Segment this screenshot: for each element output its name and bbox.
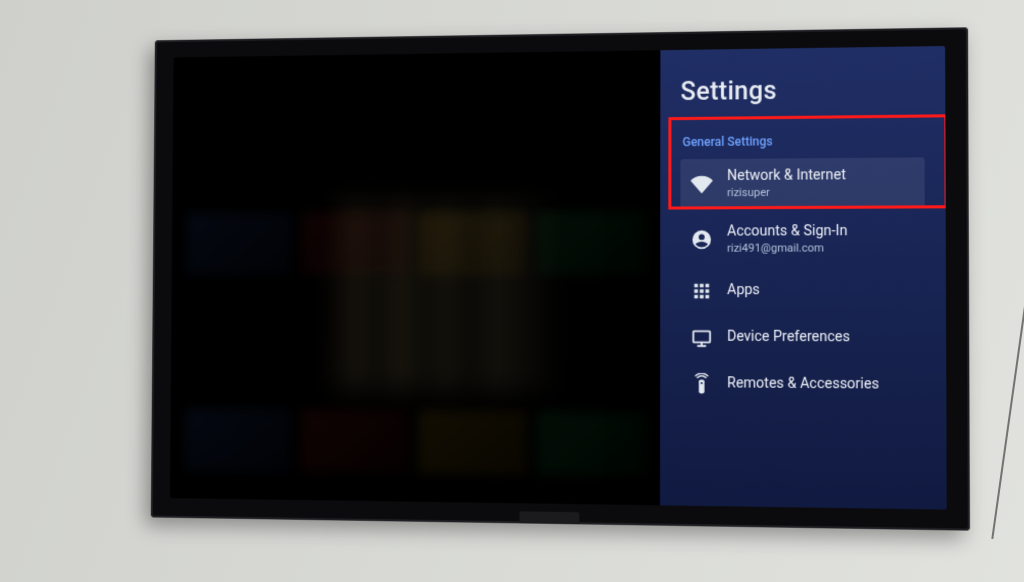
menu-item-network-internet[interactable]: Network & Internet rizisuper xyxy=(680,157,924,208)
power-cable xyxy=(991,301,1024,539)
tv-brand-bump xyxy=(519,511,579,526)
background-app-row xyxy=(186,211,648,275)
background-app-row xyxy=(184,408,648,477)
menu-item-label: Remotes & Accessories xyxy=(727,375,879,394)
account-icon xyxy=(691,228,713,250)
settings-panel: Settings General Settings Network & Inte… xyxy=(660,46,947,510)
menu-item-apps[interactable]: Apps xyxy=(680,270,925,311)
menu-item-sublabel: rizi491@gmail.com xyxy=(727,241,847,255)
wifi-icon xyxy=(691,173,713,195)
apps-icon xyxy=(691,280,713,302)
menu-item-accounts-signin[interactable]: Accounts & Sign-In rizi491@gmail.com xyxy=(680,214,925,265)
panel-title: Settings xyxy=(680,75,924,107)
remote-icon xyxy=(690,372,712,394)
tv-frame: Settings General Settings Network & Inte… xyxy=(151,27,970,530)
menu-item-remotes-accessories[interactable]: Remotes & Accessories xyxy=(680,363,925,405)
display-icon xyxy=(690,326,712,348)
menu-item-label: Apps xyxy=(727,282,760,300)
menu-item-label: Network & Internet xyxy=(727,167,846,185)
screen-reflection xyxy=(334,201,560,391)
tv-screen: Settings General Settings Network & Inte… xyxy=(170,46,947,510)
menu-item-label: Device Preferences xyxy=(727,328,850,346)
menu-item-label: Accounts & Sign-In xyxy=(727,223,847,241)
menu-item-sublabel: rizisuper xyxy=(727,185,846,200)
section-header-general: General Settings xyxy=(682,133,924,149)
menu-item-device-preferences[interactable]: Device Preferences xyxy=(680,317,925,359)
